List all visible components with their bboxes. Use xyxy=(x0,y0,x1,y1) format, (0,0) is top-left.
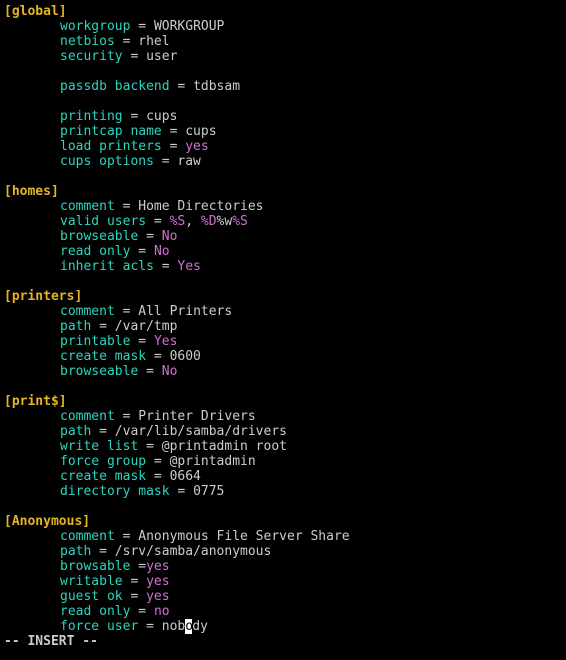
blank-line xyxy=(4,169,562,184)
config-line: writable = yes xyxy=(4,574,562,589)
config-line: cups options = raw xyxy=(4,154,562,169)
blank-line xyxy=(4,499,562,514)
config-line: printcap name = cups xyxy=(4,124,562,139)
section-header: [print$] xyxy=(4,394,562,409)
terminal-editor[interactable]: [global] workgroup = WORKGROUP netbios =… xyxy=(0,0,566,649)
config-line: printing = cups xyxy=(4,109,562,124)
blank-line xyxy=(4,94,562,109)
blank-line xyxy=(4,64,562,79)
config-line: write list = @printadmin root xyxy=(4,439,562,454)
config-line: workgroup = WORKGROUP xyxy=(4,19,562,34)
config-line: browseable = No xyxy=(4,364,562,379)
config-line: create mask = 0600 xyxy=(4,349,562,364)
config-line: read only = No xyxy=(4,244,562,259)
config-line: netbios = rhel xyxy=(4,34,562,49)
config-line: security = user xyxy=(4,49,562,64)
config-line: directory mask = 0775 xyxy=(4,484,562,499)
config-line: browseable = No xyxy=(4,229,562,244)
config-line: path = /var/lib/samba/drivers xyxy=(4,424,562,439)
config-line: printable = Yes xyxy=(4,334,562,349)
config-line: path = /srv/samba/anonymous xyxy=(4,544,562,559)
config-line: force group = @printadmin xyxy=(4,454,562,469)
config-line: passdb backend = tdbsam xyxy=(4,79,562,94)
section-header: [Anonymous] xyxy=(4,514,562,529)
config-line-cursor: force user = nobody xyxy=(4,619,562,634)
config-line: comment = All Printers xyxy=(4,304,562,319)
config-line: inherit acls = Yes xyxy=(4,259,562,274)
section-header: [homes] xyxy=(4,184,562,199)
config-line: create mask = 0664 xyxy=(4,469,562,484)
config-line: read only = no xyxy=(4,604,562,619)
config-line: load printers = yes xyxy=(4,139,562,154)
config-line: browsable =yes xyxy=(4,559,562,574)
section-header: [printers] xyxy=(4,289,562,304)
blank-line xyxy=(4,274,562,289)
section-header: [global] xyxy=(4,4,562,19)
config-line: guest ok = yes xyxy=(4,589,562,604)
mode-line: -- INSERT -- xyxy=(4,634,562,649)
config-line: comment = Printer Drivers xyxy=(4,409,562,424)
blank-line xyxy=(4,379,562,394)
config-line: valid users = %S, %D%w%S xyxy=(4,214,562,229)
config-line: comment = Anonymous File Server Share xyxy=(4,529,562,544)
config-line: comment = Home Directories xyxy=(4,199,562,214)
config-line: path = /var/tmp xyxy=(4,319,562,334)
